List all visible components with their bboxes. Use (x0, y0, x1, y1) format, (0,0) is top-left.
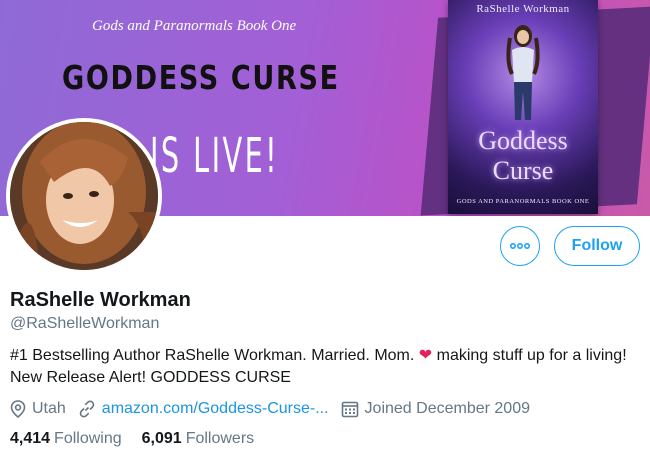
more-options-button[interactable] (500, 226, 540, 266)
following-count: 4,414 (10, 430, 51, 447)
book-title-word2: Curse (492, 156, 554, 185)
book-author-text: RaShelle Workman (476, 3, 570, 15)
heart-icon: ❤ (418, 347, 433, 364)
profile-stats: 4,414 Following 6,091 Followers (10, 430, 274, 448)
website-link[interactable]: amazon.com/Goddess-Curse-... (102, 400, 329, 418)
following-label: Following (54, 430, 122, 447)
profile-name: RaShelle Workman (10, 289, 191, 311)
link-icon (79, 400, 95, 418)
following-stat[interactable]: 4,414 Following (10, 430, 122, 448)
banner-series-text: Gods and Paranormals Book One (92, 18, 297, 34)
book-figure-illustration (506, 25, 540, 120)
more-icon (510, 243, 530, 249)
location-pin-icon (10, 400, 26, 418)
website-item: amazon.com/Goddess-Curse-... (78, 400, 329, 418)
banner-live-text: IS LIVE! (150, 128, 280, 184)
avatar-photo (10, 122, 158, 270)
location-item: Utah (10, 400, 66, 418)
book-subtitle-text: GODS AND PARANORMALS BOOK ONE (456, 198, 590, 205)
followers-label: Followers (185, 430, 255, 447)
profile-meta: Utah amazon.com/Goddess-Curse-... Joined… (10, 398, 542, 420)
bio-text-start: #1 Bestselling Author RaShelle Workman. … (10, 347, 419, 364)
followers-count: 6,091 (141, 430, 182, 447)
book-title-word1: Goddess (478, 126, 568, 155)
profile-bio: #1 Bestselling Author RaShelle Workman. … (10, 345, 640, 389)
avatar[interactable] (6, 118, 162, 274)
joined-text: Joined December 2009 (364, 400, 530, 417)
profile-handle: @RaShelleWorkman (10, 315, 160, 332)
book-cover-image: RaShelle Workman Goddess Curse GODS AND … (448, 0, 598, 214)
follow-button[interactable]: Follow (554, 226, 640, 266)
location-text: Utah (32, 400, 66, 417)
calendar-icon (341, 401, 358, 418)
followers-stat[interactable]: 6,091 Followers (142, 430, 255, 448)
joined-item: Joined December 2009 (341, 400, 530, 418)
banner-title-text: GODDESS CURSE (62, 58, 340, 97)
